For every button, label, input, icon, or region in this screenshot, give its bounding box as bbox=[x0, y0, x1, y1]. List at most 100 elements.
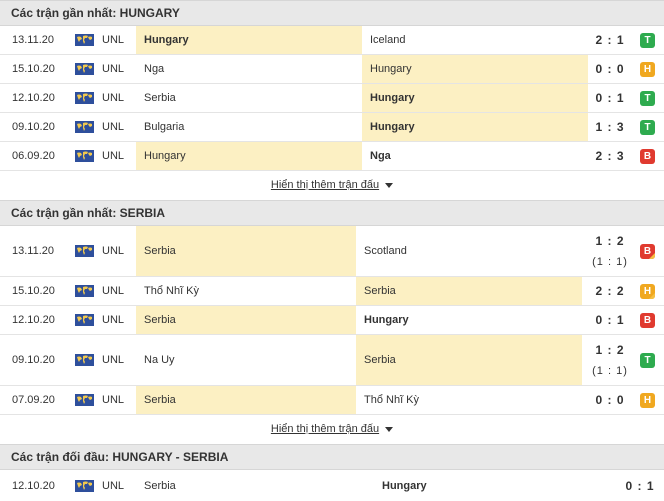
result-badge: H bbox=[640, 284, 655, 299]
away-team[interactable]: Hungary bbox=[362, 55, 588, 83]
show-more-label[interactable]: Hiển thị thêm trận đấu bbox=[271, 179, 379, 191]
away-team-label: Hungary bbox=[364, 314, 409, 326]
result-badge: B bbox=[640, 244, 655, 259]
result-badge: T bbox=[640, 33, 655, 48]
score-text: 0 : 1 bbox=[595, 313, 625, 327]
show-more-matches[interactable]: Hiển thị thêm trận đấu bbox=[0, 171, 664, 199]
result-badge: B bbox=[640, 313, 655, 328]
league-flag-icon bbox=[75, 226, 95, 276]
caret-down-icon bbox=[385, 426, 394, 432]
away-team[interactable]: Scotland bbox=[356, 226, 576, 276]
home-team[interactable]: Thổ Nhĩ Kỳ bbox=[136, 277, 356, 305]
away-team-label: Nga bbox=[370, 150, 391, 162]
match-row[interactable]: 13.11.20 UNL Serbia Scotland 1 : 2 (1 : 1… bbox=[0, 226, 664, 277]
match-row[interactable]: 12.10.20 UNL Serbia Hungary 0 : 1 B bbox=[0, 306, 664, 335]
score: 0 : 0 bbox=[590, 55, 630, 83]
score-text: 1 : 3 bbox=[595, 120, 625, 134]
home-team[interactable]: Serbia bbox=[136, 470, 366, 501]
league-name: UNL bbox=[102, 245, 125, 257]
away-team[interactable]: Hungary bbox=[356, 306, 576, 334]
home-team-label: Hungary bbox=[144, 34, 189, 46]
league-flag-icon bbox=[75, 277, 95, 305]
match-row[interactable]: 12.10.20 UNL Serbia Hungary 0 : 1 bbox=[0, 470, 664, 501]
home-team-label: Serbia bbox=[144, 394, 176, 406]
match-row[interactable]: 09.10.20 UNL Na Uy Serbia 1 : 2 (1 : 1) T bbox=[0, 335, 664, 386]
result-badge: H bbox=[640, 393, 655, 408]
score-text: 1 : 2 bbox=[595, 343, 625, 357]
home-team[interactable]: Hungary bbox=[136, 26, 362, 54]
match-row[interactable]: 15.10.20 UNL Nga Hungary 0 : 0 H bbox=[0, 55, 664, 84]
home-team[interactable]: Serbia bbox=[136, 306, 356, 334]
league-name: UNL bbox=[102, 314, 125, 326]
home-team-label: Na Uy bbox=[144, 354, 175, 366]
away-team[interactable]: Serbia bbox=[356, 335, 582, 385]
match-date: 06.09.20 bbox=[12, 150, 55, 162]
score: 2 : 2 bbox=[590, 277, 630, 305]
away-team[interactable]: Iceland bbox=[362, 26, 582, 54]
show-more-label[interactable]: Hiển thị thêm trận đấu bbox=[271, 423, 379, 435]
away-team[interactable]: Hungary bbox=[374, 470, 574, 501]
away-team-label: Scotland bbox=[364, 245, 407, 257]
away-team[interactable]: Hungary bbox=[362, 84, 588, 112]
score-text: 0 : 0 bbox=[595, 62, 625, 76]
league-name: UNL bbox=[102, 285, 125, 297]
home-team-label: Serbia bbox=[144, 314, 176, 326]
home-team-label: Hungary bbox=[144, 150, 186, 162]
league-name: UNL bbox=[102, 92, 125, 104]
league-flag-icon bbox=[75, 113, 95, 141]
home-team[interactable]: Serbia bbox=[136, 226, 356, 276]
match-row[interactable]: 09.10.20 UNL Bulgaria Hungary 1 : 3 T bbox=[0, 113, 664, 142]
match-date: 15.10.20 bbox=[12, 285, 55, 297]
match-date: 09.10.20 bbox=[12, 354, 55, 366]
league-flag-icon bbox=[75, 335, 95, 385]
home-team[interactable]: Bulgaria bbox=[136, 113, 362, 141]
score: 0 : 0 bbox=[590, 386, 630, 414]
away-team[interactable]: Hungary bbox=[362, 113, 588, 141]
away-team[interactable]: Thổ Nhĩ Kỳ bbox=[356, 386, 576, 414]
score: 1 : 2 (1 : 1) bbox=[590, 226, 630, 276]
league-name: UNL bbox=[102, 394, 125, 406]
match-date: 13.11.20 bbox=[12, 245, 55, 257]
home-team[interactable]: Serbia bbox=[136, 84, 362, 112]
league-flag-icon bbox=[75, 306, 95, 334]
away-team[interactable]: Serbia bbox=[356, 277, 582, 305]
home-team-label: Serbia bbox=[144, 92, 176, 104]
match-row[interactable]: 07.09.20 UNL Serbia Thổ Nhĩ Kỳ 0 : 0 H bbox=[0, 386, 664, 415]
score-text: 1 : 2 bbox=[595, 234, 625, 248]
away-team-label: Serbia bbox=[364, 354, 396, 366]
home-team-label: Serbia bbox=[144, 479, 176, 492]
score-text: 2 : 3 bbox=[595, 149, 625, 163]
match-date: 09.10.20 bbox=[12, 121, 55, 133]
home-team[interactable]: Hungary bbox=[136, 142, 362, 170]
match-row[interactable]: 13.11.20 UNL Hungary Iceland 2 : 1 T bbox=[0, 26, 664, 55]
score: 2 : 3 bbox=[590, 142, 630, 170]
match-row[interactable]: 15.10.20 UNL Thổ Nhĩ Kỳ Serbia 2 : 2 H bbox=[0, 277, 664, 306]
section-header-hungary: Các trận gần nhất: HUNGARY bbox=[0, 0, 664, 26]
away-team-label: Hungary bbox=[370, 92, 415, 104]
league-flag-icon bbox=[75, 55, 95, 83]
score-text: 0 : 0 bbox=[595, 393, 625, 407]
score-text: 0 : 1 bbox=[595, 91, 625, 105]
home-team-label: Serbia bbox=[144, 245, 176, 257]
match-row[interactable]: 12.10.20 UNL Serbia Hungary 0 : 1 T bbox=[0, 84, 664, 113]
away-team[interactable]: Nga bbox=[362, 142, 582, 170]
section-header-serbia: Các trận gần nhất: SERBIA bbox=[0, 200, 664, 226]
match-date: 12.10.20 bbox=[12, 479, 55, 492]
result-badge: B bbox=[640, 149, 655, 164]
section-header-head-to-head: Các trận đối đầu: HUNGARY - SERBIA bbox=[0, 444, 664, 470]
home-team[interactable]: Na Uy bbox=[136, 335, 356, 385]
league-name: UNL bbox=[102, 354, 125, 366]
home-team[interactable]: Serbia bbox=[136, 386, 356, 414]
score: 0 : 1 bbox=[590, 84, 630, 112]
league-flag-icon bbox=[75, 26, 95, 54]
show-more-matches[interactable]: Hiển thị thêm trận đấu bbox=[0, 415, 664, 443]
home-team[interactable]: Nga bbox=[136, 55, 362, 83]
league-flag-icon bbox=[75, 470, 95, 501]
caret-down-icon bbox=[385, 182, 394, 188]
match-date: 07.09.20 bbox=[12, 394, 55, 406]
result-badge: H bbox=[640, 62, 655, 77]
result-badge: T bbox=[640, 91, 655, 106]
league-flag-icon bbox=[75, 142, 95, 170]
match-row[interactable]: 06.09.20 UNL Hungary Nga 2 : 3 B bbox=[0, 142, 664, 171]
league-name: UNL bbox=[102, 150, 125, 162]
